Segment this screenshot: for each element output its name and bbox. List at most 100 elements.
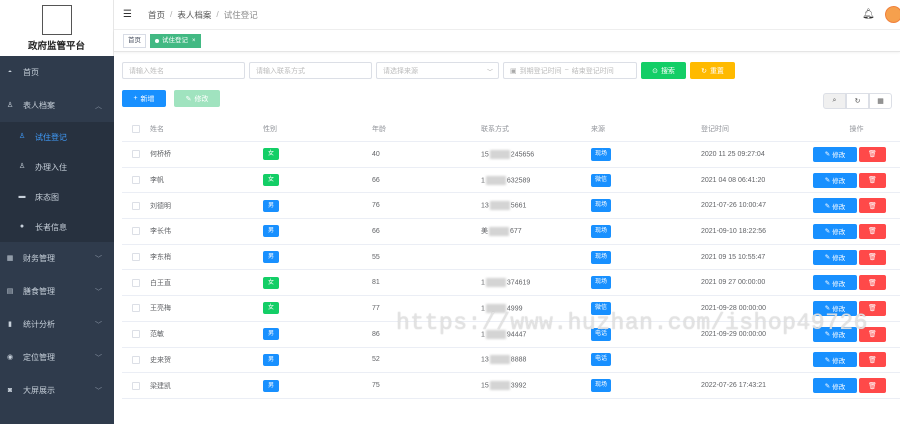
search-toggle-icon[interactable]: ⌕ [823,93,846,109]
row-delete-button[interactable]: 🗑︎ [859,223,886,239]
header-time[interactable]: 登记时间 [701,124,813,134]
phone-input[interactable]: 请输入联系方式 [249,62,372,79]
name-input[interactable]: 请输入姓名 [122,62,245,79]
hamburger-icon[interactable]: ☰ [123,9,134,20]
refresh-icon[interactable]: ↻ [846,93,869,109]
row-checkbox[interactable] [132,201,140,210]
cell-time: 2021-09-10 18:22:56 [701,227,766,235]
row-checkbox[interactable] [132,176,140,185]
redaction-blur [489,201,510,211]
header-phone[interactable]: 联系方式 [481,124,591,134]
row-checkbox[interactable] [132,330,140,339]
row-edit-button[interactable]: ✎ 修改 [813,198,857,214]
sidebar-item-archives[interactable]: ♙ 表人档案 ︿ [0,89,114,122]
row-edit-button[interactable]: ✎ 修改 [813,172,857,188]
trash-icon: 🗑︎ [868,356,877,364]
sidebar-item-checkin[interactable]: ♙ 办理入住 [0,152,114,182]
tag-home[interactable]: 首页 [123,33,146,48]
sidebar-item-location[interactable]: ◉ 定位管理 ﹀ [0,341,114,374]
select-all-checkbox[interactable] [132,125,140,133]
cell-age: 66 [372,176,380,184]
bell-icon[interactable]: 🔔︎ [862,9,875,20]
cell-operations: ✎ 修改 🗑︎ [813,275,900,291]
meal-icon: ▤ [6,287,14,295]
cell-name: 王亮梅 [150,305,171,313]
row-delete-button[interactable]: 🗑︎ [859,249,886,265]
sidebar-item-trial-registration[interactable]: ♙ 试住登记 [0,122,114,152]
table-row[interactable]: 何桥桥 女 40 15 245656 现场 2020 11 25 09:27:04 ✎ 修改 🗑︎ [122,142,900,168]
reset-button[interactable]: ↻ 重置 [690,62,735,79]
close-icon[interactable]: × [192,35,196,47]
row-checkbox[interactable] [132,253,140,262]
header-age[interactable]: 年龄 [372,124,481,134]
row-checkbox[interactable] [132,227,140,236]
bed-icon: ▬ [18,193,26,200]
sidebar-item-screen[interactable]: ◙ 大屏展示 ﹀ [0,374,114,407]
sidebar-item-label: 办理入住 [35,162,67,172]
row-delete-button[interactable]: 🗑︎ [859,172,886,188]
calendar-icon: ▣ [510,67,517,75]
edit-button[interactable]: ✎ 修改 [174,90,220,107]
row-edit-label: 修改 [832,255,846,263]
row-checkbox[interactable] [132,150,140,159]
cell-operations: ✎ 修改 🗑︎ [813,249,900,265]
row-delete-button[interactable]: 🗑︎ [859,198,886,214]
row-edit-label: 修改 [832,203,846,211]
table-row[interactable]: 李东梢 男 55 现场 2021 09 15 10:55:47 ✎ 修改 🗑︎ [122,245,900,271]
row-checkbox[interactable] [132,381,140,390]
edit-button-label: 修改 [194,95,209,103]
row-delete-button[interactable]: 🗑︎ [859,352,886,368]
row-checkbox[interactable] [132,278,140,287]
add-button[interactable]: + 新增 [122,90,166,107]
avatar[interactable] [885,6,900,23]
header-source[interactable]: 来源 [591,124,701,134]
row-checkbox[interactable] [132,304,140,313]
redaction-blur [485,175,506,185]
row-checkbox[interactable] [132,355,140,364]
row-edit-button[interactable]: ✎ 修改 [813,249,857,265]
row-edit-button[interactable]: ✎ 修改 [813,275,857,291]
row-delete-button[interactable]: 🗑︎ [859,275,886,291]
row-edit-button[interactable]: ✎ 修改 [813,146,857,162]
date-range-picker[interactable]: ▣ 到期登记时间 ~ 结束登记时间 [503,62,637,79]
breadcrumb-archives[interactable]: 表人档案 [177,9,211,21]
table-row[interactable]: 白王直 女 81 1 374619 现场 2021 09 27 00:00:00 ✎ 修改 🗑︎ [122,270,900,297]
user-icon: ♙ [18,133,26,140]
redaction-blur [489,227,509,237]
table-row[interactable]: 梁建凯 男 75 15 3992 现场 2022-07-26 17:43:21 ✎ 修改 🗑︎ [122,373,900,399]
cell-phone: 15 3992 [481,381,591,391]
tag-trial-registration[interactable]: 试住登记 × [150,33,201,48]
watermark: https://www.huzhan.com/ishop49726 [396,310,868,336]
row-delete-button[interactable]: 🗑︎ [859,378,886,394]
row-edit-button[interactable]: ✎ 修改 [813,378,857,394]
table-row[interactable]: 李长伟 男 66 美 677 现场 2021-09-10 18:22:56 ✎ 修改 🗑︎ [122,219,900,245]
source-select[interactable]: 请选择来源 ﹀ [376,62,499,79]
active-dot-icon [155,38,159,43]
cell-source: 现场 [591,199,701,213]
table-row[interactable]: 刘德明 男 76 13 5661 现场 2021-07-26 10:00:47 ✎ 修改 🗑︎ [122,193,900,220]
breadcrumb-home[interactable]: 首页 [148,9,165,21]
trash-icon: 🗑︎ [868,382,877,390]
row-delete-button[interactable]: 🗑︎ [859,146,886,162]
sidebar-item-finance[interactable]: ▦ 财务管理 ﹀ [0,242,114,275]
date-separator: ~ [564,67,569,74]
search-button[interactable]: ⊙ 搜索 [641,62,686,79]
table-row[interactable]: 史来贺 男 52 13 8888 电话 ✎ 修改 🗑︎ [122,348,900,374]
header-name[interactable]: 姓名 [150,124,263,134]
bar-chart-icon: ▮ [8,320,12,328]
sidebar-item-home[interactable]: ◓ 首页 [0,56,114,89]
phone-prefix: 15 [481,151,489,159]
header-gender[interactable]: 性别 [263,124,372,134]
sidebar-item-meal[interactable]: ▤ 膳食管理 ﹀ [0,275,114,308]
row-edit-button[interactable]: ✎ 修改 [813,352,857,368]
source-badge: 现场 [591,276,612,290]
chevron-down-icon: ﹀ [486,70,493,76]
row-edit-button[interactable]: ✎ 修改 [813,223,857,239]
cell-source: 现场 [591,379,701,393]
sidebar-item-elder-info[interactable]: ● 长者信息 [0,212,114,242]
table-row[interactable]: 李帆 女 66 1 632589 微信 2021 04 08 06:41:20 ✎ 修改 🗑︎ [122,168,900,194]
sidebar-item-statistics[interactable]: ▮ 统计分析 ﹀ [0,308,114,341]
columns-icon[interactable]: ▦ [869,93,892,109]
sidebar-item-bed-map[interactable]: ▬ 床态图 [0,182,114,212]
sidebar-item-label: 大屏展示 [23,386,55,395]
